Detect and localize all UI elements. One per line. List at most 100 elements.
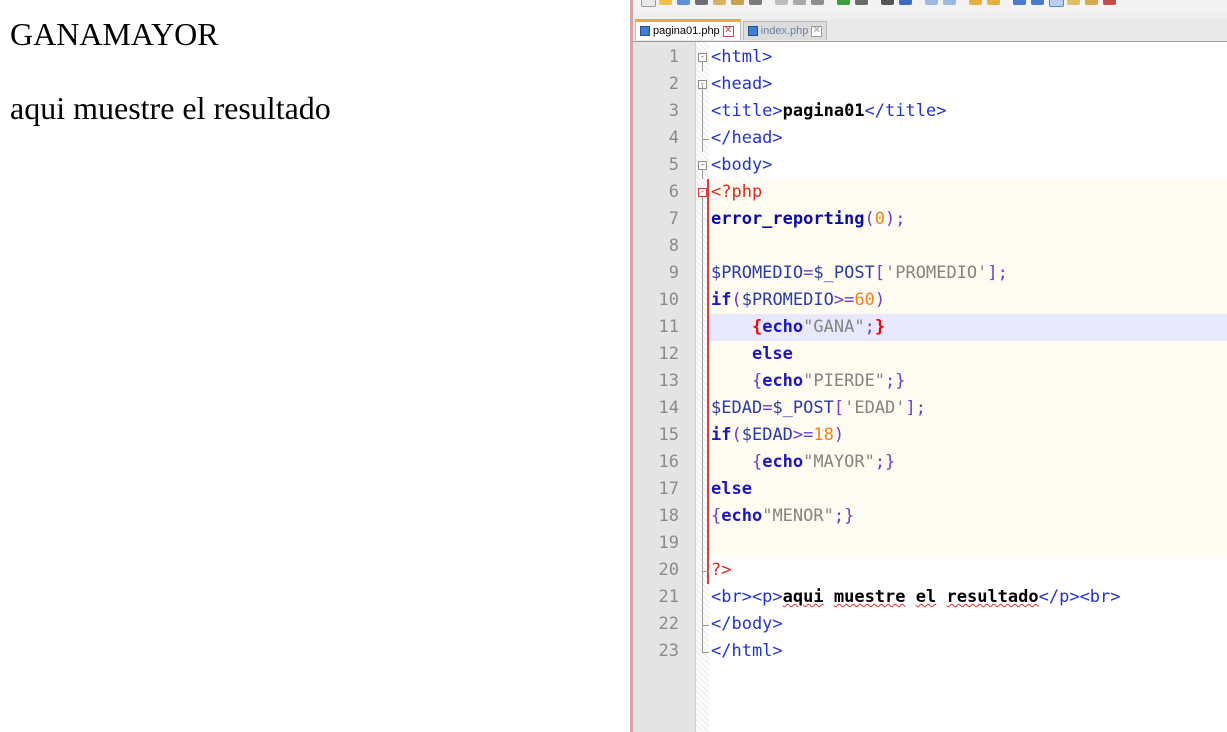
redo-icon[interactable] <box>855 0 868 5</box>
code-token: aqui <box>782 587 824 607</box>
code-token: ?> <box>711 560 732 580</box>
open-folder-icon[interactable] <box>659 0 672 5</box>
print-icon[interactable] <box>749 0 762 5</box>
close-all-icon[interactable] <box>731 0 744 5</box>
code-token: { <box>751 371 763 391</box>
new-file-icon[interactable] <box>641 0 656 7</box>
code-text: </body> <box>711 611 783 638</box>
code-token: = <box>762 398 773 418</box>
zoom-out-icon[interactable] <box>943 0 956 5</box>
code-line[interactable]: 20 ?> <box>633 557 1227 584</box>
code-line[interactable]: 9 $PROMEDIO=$_POST['PROMEDIO']; <box>633 260 1227 287</box>
code-line[interactable]: 7 error_reporting(0); <box>633 206 1227 233</box>
code-text: <html> <box>711 44 772 71</box>
find-icon[interactable] <box>881 0 894 5</box>
close-tab-icon[interactable]: ✕ <box>722 25 734 37</box>
code-line[interactable]: 2- <head> <box>633 71 1227 98</box>
macro-record-icon[interactable] <box>1103 0 1116 5</box>
code-line[interactable]: 15 if($EDAD>=18) <box>633 422 1227 449</box>
code-line[interactable]: 5 - <body> <box>633 152 1227 179</box>
line-number: 23 <box>658 641 679 661</box>
fold-toggle-icon[interactable]: - <box>698 161 707 170</box>
paste-icon[interactable] <box>811 0 824 5</box>
undo-icon[interactable] <box>837 0 850 5</box>
code-line[interactable]: 8 <box>633 233 1227 260</box>
fold-marker <box>698 611 709 638</box>
code-line[interactable]: 17 else <box>633 476 1227 503</box>
tab-pagina01[interactable]: pagina01.php ✕ <box>635 19 741 40</box>
line-number: 8 <box>668 236 679 256</box>
fold-marker[interactable]: - <box>698 71 709 98</box>
save-all-icon[interactable] <box>695 0 708 5</box>
code-token: ]; <box>987 263 1008 283</box>
code-token: pagina01 <box>782 101 865 121</box>
line-number: 16 <box>658 452 679 472</box>
code-token: resultado <box>946 587 1039 607</box>
php-output-text: GANAMAYOR <box>10 16 219 52</box>
code-line[interactable]: 4 </head> <box>633 125 1227 152</box>
cut-icon[interactable] <box>775 0 788 5</box>
code-text: else <box>711 341 793 368</box>
code-token: ; <box>864 317 875 337</box>
line-number: 18 <box>658 506 679 526</box>
fold-marker[interactable]: - <box>698 152 709 179</box>
doc-map-icon[interactable] <box>1067 0 1080 5</box>
code-line[interactable]: 19 <box>633 530 1227 557</box>
code-token: ( <box>731 425 742 445</box>
code-token: <html> <box>711 47 773 67</box>
code-token: 'PROMEDIO' <box>885 263 988 283</box>
fold-marker <box>698 422 709 449</box>
close-tab-icon[interactable]: ✕ <box>811 25 822 37</box>
fold-marker <box>698 98 709 125</box>
code-line[interactable]: 3 <title>pagina01</title> <box>633 98 1227 125</box>
code-line[interactable]: 12 else <box>633 341 1227 368</box>
code-token: if <box>711 290 732 310</box>
tab-index[interactable]: index.php ✕ <box>743 21 827 40</box>
code-line[interactable]: 16 {echo"MAYOR";} <box>633 449 1227 476</box>
code-text: <head> <box>711 71 772 98</box>
code-line[interactable]: 18 {echo"MENOR";} <box>633 503 1227 530</box>
code-line[interactable]: 21 <br><p>aqui muestre el resultado</p><b… <box>633 584 1227 611</box>
fold-marker[interactable]: - <box>698 179 709 206</box>
fold-marker <box>698 449 709 476</box>
fold-marker <box>698 260 709 287</box>
code-line[interactable]: 6 - <?php <box>633 179 1227 206</box>
code-text: $EDAD=$_POST['EDAD']; <box>711 395 926 422</box>
code-line[interactable]: 1 - <html> <box>633 44 1227 71</box>
code-editor[interactable]: 1- <html> 2- <head> 3 <title>pagina01</title>… <box>633 42 1227 732</box>
replace-icon[interactable] <box>899 0 912 5</box>
code-token: { <box>751 452 763 472</box>
show-all-chars-icon[interactable] <box>1031 0 1044 5</box>
function-list-icon[interactable] <box>1085 0 1098 5</box>
fold-marker <box>698 206 709 233</box>
code-line[interactable]: 22 </body> <box>633 611 1227 638</box>
word-wrap-icon[interactable] <box>1013 0 1026 5</box>
sync-vertical-icon[interactable] <box>969 0 982 5</box>
code-line[interactable]: 23 </html> <box>633 638 1227 665</box>
fold-toggle-icon[interactable]: - <box>698 53 707 62</box>
code-token: $PROMEDIO <box>741 290 834 310</box>
code-line[interactable]: 14 $EDAD=$_POST['EDAD']; <box>633 395 1227 422</box>
code-token: "PIERDE" <box>803 371 886 391</box>
line-number: 14 <box>658 398 679 418</box>
code-line[interactable]: 11 {echo"GANA";} <box>633 314 1227 341</box>
code-line[interactable]: 13 {echo"PIERDE";} <box>633 368 1227 395</box>
save-icon[interactable] <box>677 0 690 5</box>
indent-guide-icon[interactable] <box>1049 0 1064 7</box>
code-token: </head> <box>711 128 783 148</box>
code-token: 'EDAD' <box>844 398 906 418</box>
copy-icon[interactable] <box>793 0 806 5</box>
code-text: {echo"MAYOR";} <box>711 449 895 476</box>
zoom-in-icon[interactable] <box>925 0 938 5</box>
sync-horizontal-icon[interactable] <box>987 0 1000 5</box>
fold-marker[interactable]: - <box>698 44 709 71</box>
fold-marker <box>698 287 709 314</box>
tab-label: pagina01.php <box>653 25 720 37</box>
close-file-icon[interactable] <box>713 0 726 5</box>
line-number: 17 <box>658 479 679 499</box>
code-line[interactable]: 10 if($PROMEDIO>=60) <box>633 287 1227 314</box>
code-token: 60 <box>854 290 875 310</box>
fold-toggle-icon[interactable]: - <box>698 188 707 197</box>
